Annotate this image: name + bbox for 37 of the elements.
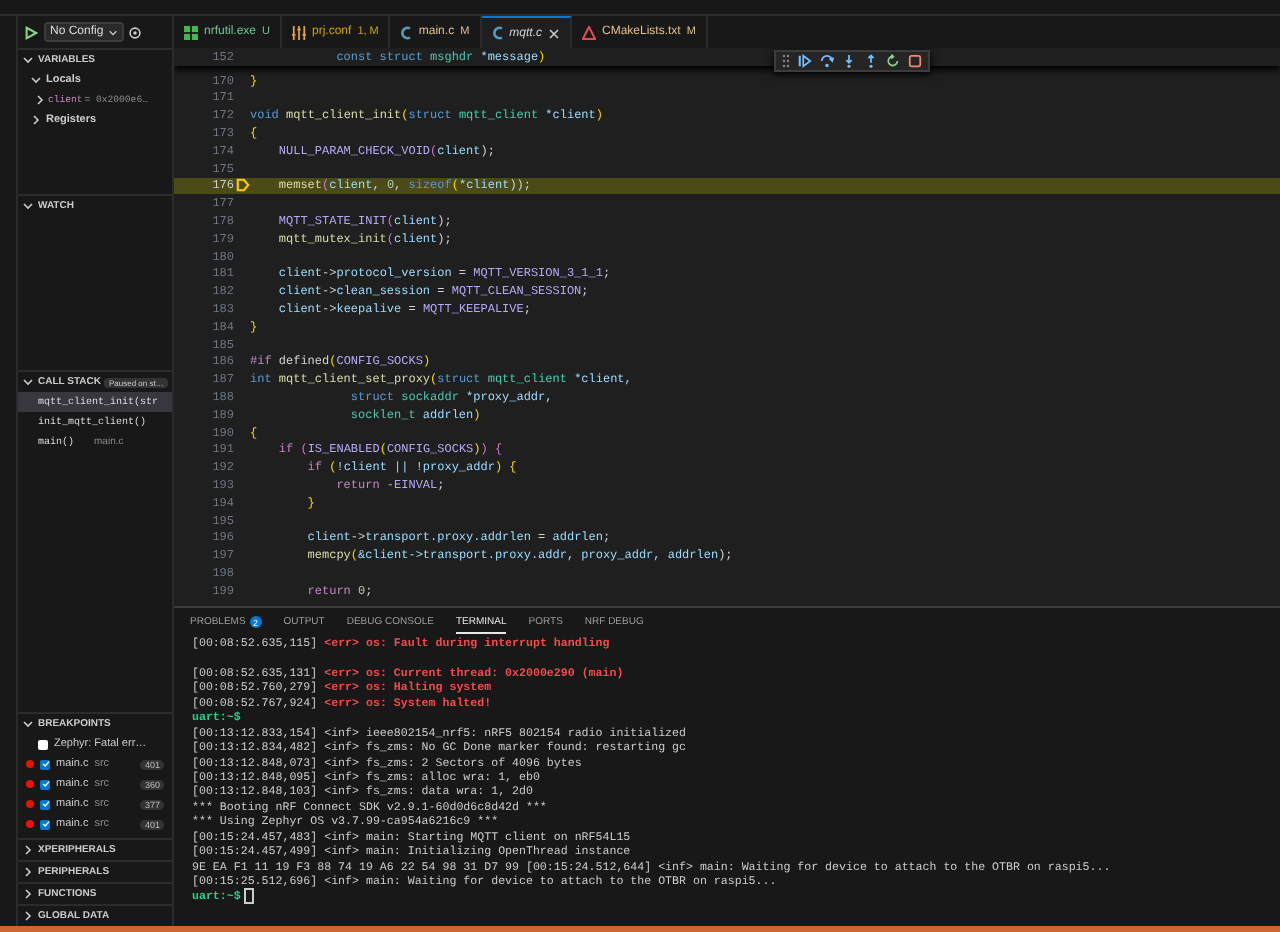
chevron-right-icon[interactable] (22, 844, 34, 856)
chevron-right-icon[interactable] (30, 114, 42, 126)
checkbox[interactable] (40, 819, 50, 829)
breakpoint-dot-icon (26, 780, 34, 788)
chevron-right-icon[interactable] (22, 910, 34, 922)
c-file-icon (400, 25, 413, 39)
chevron-down-icon[interactable] (22, 376, 34, 388)
chevron-right-icon[interactable] (34, 94, 46, 106)
start-debugging-button[interactable] (22, 23, 40, 41)
close-icon[interactable] (548, 27, 560, 39)
step-out-icon[interactable] (864, 54, 878, 68)
chevron-down-icon[interactable] (30, 74, 42, 86)
chevron-right-icon[interactable] (22, 888, 34, 900)
sliders-icon (292, 25, 306, 39)
chevron-down-icon[interactable] (22, 718, 34, 730)
triangle-icon (582, 25, 596, 39)
breakpoint-dot-icon (26, 820, 34, 828)
step-into-icon[interactable] (842, 54, 856, 68)
breakpoint-dot-icon (26, 800, 34, 808)
chevron-down-icon[interactable] (22, 54, 34, 66)
chevron-right-icon[interactable] (22, 866, 34, 878)
settings-icon[interactable] (127, 25, 142, 39)
stop-icon[interactable] (908, 54, 922, 68)
chevron-down-icon[interactable] (22, 200, 34, 212)
continue-icon[interactable] (798, 54, 812, 68)
caret-icon[interactable] (107, 27, 118, 37)
checkbox[interactable] (40, 759, 50, 769)
c-file-icon (491, 26, 504, 40)
restart-icon[interactable] (886, 54, 900, 68)
windows-icon (184, 25, 198, 39)
checkbox[interactable] (40, 799, 50, 809)
current-line-arrow-icon (235, 178, 249, 193)
drag-handle-icon[interactable] (782, 54, 790, 68)
step-over-icon[interactable] (820, 54, 834, 68)
checkbox[interactable] (38, 739, 48, 749)
checkbox[interactable] (40, 779, 50, 789)
breakpoint-dot-icon (26, 760, 34, 768)
